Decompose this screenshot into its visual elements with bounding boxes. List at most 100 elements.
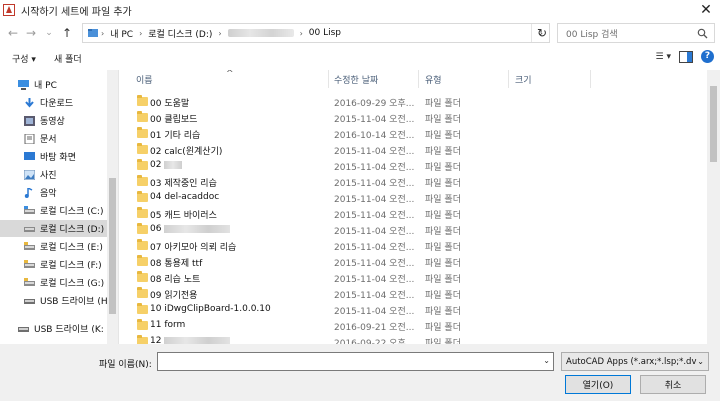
file-list-scroll-thumb[interactable] xyxy=(710,86,717,162)
file-name: 09 읽기전용 xyxy=(150,291,198,301)
search-input[interactable]: 00 Lisp 검색 xyxy=(566,27,697,40)
file-name: 02 calc(윈계산기) xyxy=(150,147,223,157)
file-row[interactable]: 01 기타 리습 2016-10-14 오전... 파일 폴더 xyxy=(130,126,707,141)
file-date: 2015-11-04 오전... xyxy=(334,147,415,157)
filename-label: 파일 이름(N): xyxy=(99,360,152,370)
desktop-icon xyxy=(24,151,35,160)
file-row[interactable]: 06 2015-11-04 오전... 파일 폴더 xyxy=(130,222,707,237)
usb-icon xyxy=(24,298,35,304)
file-date: 2015-11-04 오전... xyxy=(334,275,415,285)
column-divider[interactable] xyxy=(328,70,329,88)
file-row[interactable]: 10 iDwgClipBoard-1.0.0.10 2015-11-04 오전..… xyxy=(130,302,707,317)
file-row[interactable]: 11 form 2016-09-21 오전... 파일 폴더 xyxy=(130,318,707,333)
file-name: 07 아키모아 의뢰 리습 xyxy=(150,243,237,253)
sidebar-item-this-pc[interactable]: 내 PC xyxy=(0,76,107,93)
sidebar-label: 문서 xyxy=(40,135,57,145)
file-date: 2016-10-14 오전... xyxy=(334,131,415,141)
file-type-value[interactable]: AutoCAD Apps (*.arx;*.lsp;*.dv xyxy=(566,357,697,367)
up-button[interactable]: ↑ xyxy=(58,24,76,42)
file-row[interactable]: 02 2015-11-04 오전... 파일 폴더 xyxy=(130,158,707,173)
folder-icon xyxy=(137,207,148,218)
file-row[interactable]: 07 아키모아 의뢰 리습 2015-11-04 오전... 파일 폴더 xyxy=(130,238,707,253)
column-header-name[interactable]: 이름 xyxy=(136,73,153,86)
file-row[interactable]: 03 제작중인 리습 2015-11-04 오전... 파일 폴더 xyxy=(130,174,707,189)
folder-path-icon xyxy=(88,29,98,37)
blurred-breadcrumb xyxy=(227,29,294,37)
sidebar-item-drive-d[interactable]: 로컬 디스크 (D:) xyxy=(0,220,107,237)
picture-icon xyxy=(24,169,35,180)
column-header-row: ^ 이름 수정한 날짜 유형 크기 xyxy=(130,70,707,88)
sidebar-item-drive-e[interactable]: 로컬 디스크 (E:) xyxy=(0,238,107,255)
file-row[interactable]: 02 calc(윈계산기) 2015-11-04 오전... 파일 폴더 xyxy=(130,142,707,157)
search-box[interactable]: 00 Lisp 검색 xyxy=(557,23,715,43)
breadcrumb-pc[interactable]: 내 PC xyxy=(110,27,133,40)
cancel-button[interactable]: 취소 xyxy=(640,375,706,394)
breadcrumb-drive-d[interactable]: 로컬 디스크 (D:) xyxy=(148,27,212,40)
sidebar-item-videos[interactable]: 동영상 xyxy=(0,112,107,129)
sidebar-item-usb-h[interactable]: USB 드라이브 (H: xyxy=(0,292,111,309)
file-date: 2015-11-04 오전... xyxy=(334,307,415,317)
folder-icon xyxy=(137,319,148,330)
sidebar-item-documents[interactable]: 문서 xyxy=(0,130,107,147)
column-header-date[interactable]: 수정한 날짜 xyxy=(334,73,378,86)
organize-button[interactable]: 구성 ▾ xyxy=(12,52,36,65)
column-divider[interactable] xyxy=(418,70,419,88)
file-date: 2016-09-21 오전... xyxy=(334,323,415,333)
file-row[interactable]: 12 2016-09-22 오후... 파일 폴더 xyxy=(130,334,707,344)
refresh-button[interactable]: ↻ xyxy=(533,24,551,42)
address-row: ← → ⌄ ↑ › 내 PC › 로컬 디스크 (D:) › › 00 Lisp… xyxy=(0,22,720,44)
file-name-wrap: 12 xyxy=(150,336,231,344)
folder-icon xyxy=(137,255,148,266)
video-icon xyxy=(24,115,35,126)
file-row[interactable]: 00 클립보드 2015-11-04 오전... 파일 폴더 xyxy=(130,110,707,125)
column-divider[interactable] xyxy=(590,70,591,88)
change-view-button[interactable]: ☰ ▾ xyxy=(656,52,671,62)
forward-button[interactable]: → xyxy=(22,24,40,42)
address-bar[interactable]: › 내 PC › 로컬 디스크 (D:) › › 00 Lisp ⌄ xyxy=(82,23,550,43)
sidebar-item-desktop[interactable]: 바탕 화면 xyxy=(0,148,107,165)
file-name: 08 통용제 ttf xyxy=(150,259,203,269)
sidebar-item-drive-g[interactable]: 로컬 디스크 (G:) xyxy=(0,274,107,291)
sidebar-scroll-thumb[interactable] xyxy=(109,178,116,314)
file-row[interactable]: 00 도움말 2016-09-29 오후... 파일 폴더 xyxy=(130,94,707,109)
file-list-scrollbar[interactable] xyxy=(707,70,720,344)
file-row[interactable]: 08 통용제 ttf 2015-11-04 오전... 파일 폴더 xyxy=(130,254,707,269)
file-row[interactable]: 09 읽기전용 2015-11-04 오전... 파일 폴더 xyxy=(130,286,707,301)
sidebar-item-pictures[interactable]: 사진 xyxy=(0,166,107,183)
sidebar-scrollbar[interactable] xyxy=(107,70,118,344)
back-button[interactable]: ← xyxy=(4,24,22,42)
file-row[interactable]: 05 캐드 바이러스 2015-11-04 오전... 파일 폴더 xyxy=(130,206,707,221)
file-row[interactable]: 08 리습 노트 2015-11-04 오전... 파일 폴더 xyxy=(130,270,707,285)
column-header-type[interactable]: 유형 xyxy=(425,73,442,86)
file-type: 파일 폴더 xyxy=(425,211,461,221)
crumb-separator: › xyxy=(101,28,105,38)
recent-locations-button[interactable]: ⌄ xyxy=(40,24,58,42)
file-row[interactable]: 04 del-acaddoc 2015-11-04 오전... 파일 폴더 xyxy=(130,190,707,205)
filename-dropdown-icon[interactable]: ⌄ xyxy=(543,356,550,365)
close-icon[interactable]: ✕ xyxy=(698,2,714,18)
breadcrumb-current-folder[interactable]: 00 Lisp xyxy=(309,28,341,38)
sidebar-item-usb-k[interactable]: USB 드라이브 (K: xyxy=(0,320,107,337)
help-icon[interactable]: ? xyxy=(701,50,714,63)
sidebar-item-music[interactable]: 음악 xyxy=(0,184,107,201)
folder-icon xyxy=(137,95,148,106)
filename-field[interactable]: ⌄ xyxy=(157,352,554,371)
file-type-dropdown-icon[interactable]: ⌄ xyxy=(697,357,704,366)
sidebar-item-drive-f[interactable]: 로컬 디스크 (F:) xyxy=(0,256,107,273)
sidebar-label: 사진 xyxy=(40,171,57,181)
sidebar-label: 바탕 화면 xyxy=(40,153,76,163)
sidebar-item-downloads[interactable]: 다운로드 xyxy=(0,94,107,111)
sidebar-item-drive-c[interactable]: 로컬 디스크 (C:) xyxy=(0,202,107,219)
file-type: 파일 폴더 xyxy=(425,179,461,189)
file-date: 2015-11-04 오전... xyxy=(334,115,415,125)
file-date: 2015-11-04 오전... xyxy=(334,163,415,173)
usb-icon xyxy=(18,326,29,332)
file-list: ^ 이름 수정한 날짜 유형 크기 00 도움말 2016-09-29 오후...… xyxy=(130,70,707,344)
title-bar: 시작하기 세트에 파일 추가 ✕ xyxy=(0,0,720,20)
column-header-size[interactable]: 크기 xyxy=(515,73,532,86)
open-button[interactable]: 열기(O) xyxy=(565,375,631,394)
preview-pane-icon[interactable] xyxy=(679,50,693,63)
new-folder-button[interactable]: 새 폴더 xyxy=(54,52,82,65)
file-type-select[interactable]: AutoCAD Apps (*.arx;*.lsp;*.dv ⌄ xyxy=(561,352,709,371)
column-divider[interactable] xyxy=(508,70,509,88)
